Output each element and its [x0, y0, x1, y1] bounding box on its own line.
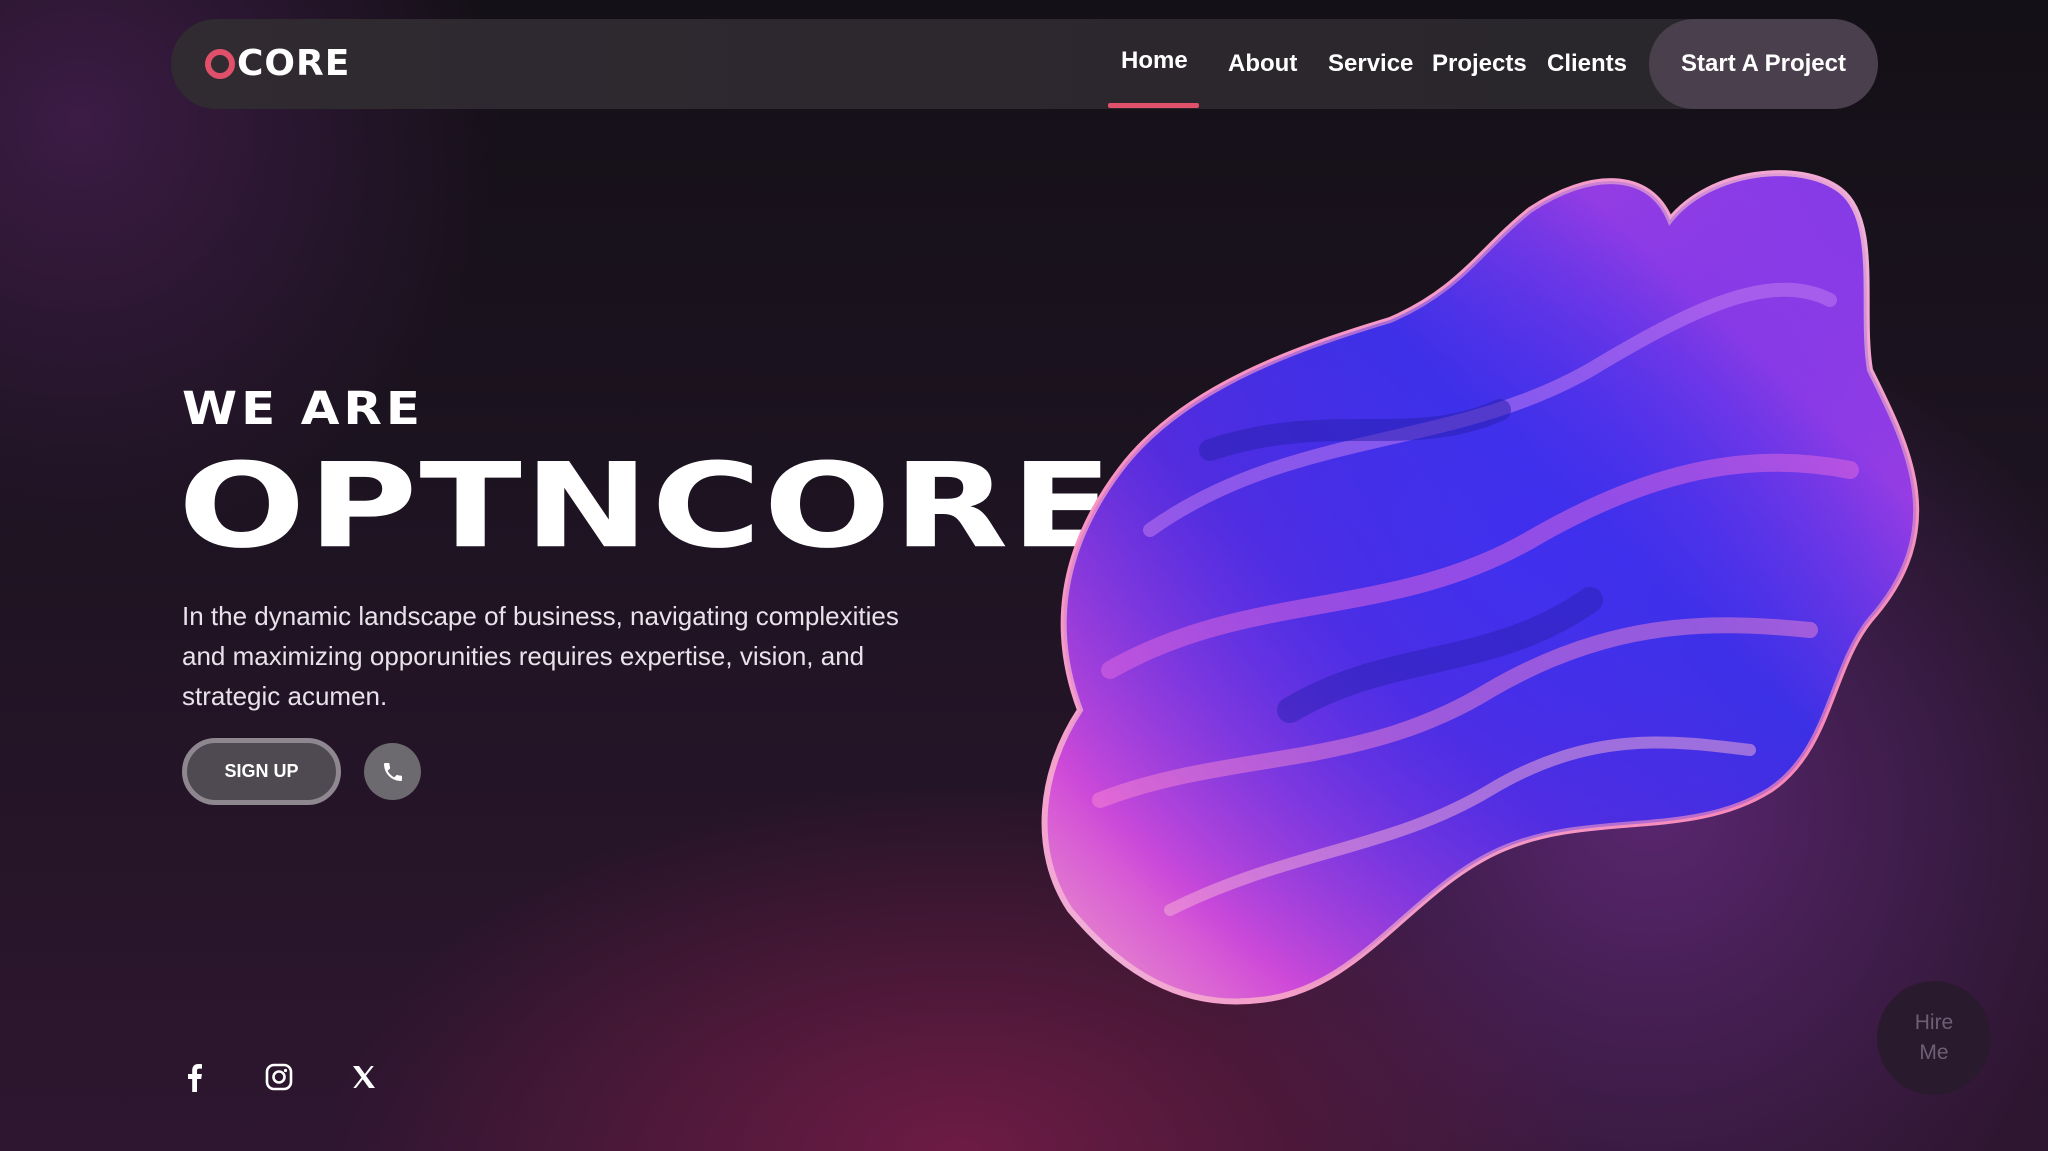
hero-title: OPTNCORE [178, 448, 1108, 565]
nav-link-about[interactable]: About [1228, 50, 1297, 78]
sign-up-button[interactable]: SIGN UP [182, 738, 341, 805]
nav-link-home[interactable]: Home [1121, 47, 1188, 75]
active-nav-indicator [1108, 103, 1199, 108]
nav-link-projects[interactable]: Projects [1432, 50, 1527, 78]
hero-description: In the dynamic landscape of business, na… [182, 601, 899, 711]
nav-link-service[interactable]: Service [1328, 50, 1413, 78]
facebook-glyph [188, 1064, 202, 1092]
x-glyph [353, 1066, 375, 1088]
nav-links: Home About Service Projects Clients [171, 19, 1878, 109]
instagram-glyph [265, 1063, 293, 1091]
nav-link-clients[interactable]: Clients [1547, 50, 1627, 78]
navbar: CORE Home About Service Projects Clients… [171, 19, 1878, 109]
hire-me-button[interactable]: Hire Me [1877, 981, 1991, 1095]
phone-button[interactable] [364, 743, 421, 800]
hero-eyebrow: WE ARE [182, 382, 425, 435]
abstract-3d-blob-image [1041, 170, 1920, 1005]
x-icon[interactable] [347, 1060, 381, 1094]
landing-page: CORE Home About Service Projects Clients… [0, 0, 2048, 1151]
start-project-button[interactable]: Start A Project [1649, 19, 1878, 109]
facebook-icon[interactable] [177, 1060, 211, 1094]
phone-icon [383, 762, 402, 781]
instagram-icon[interactable] [262, 1060, 296, 1094]
